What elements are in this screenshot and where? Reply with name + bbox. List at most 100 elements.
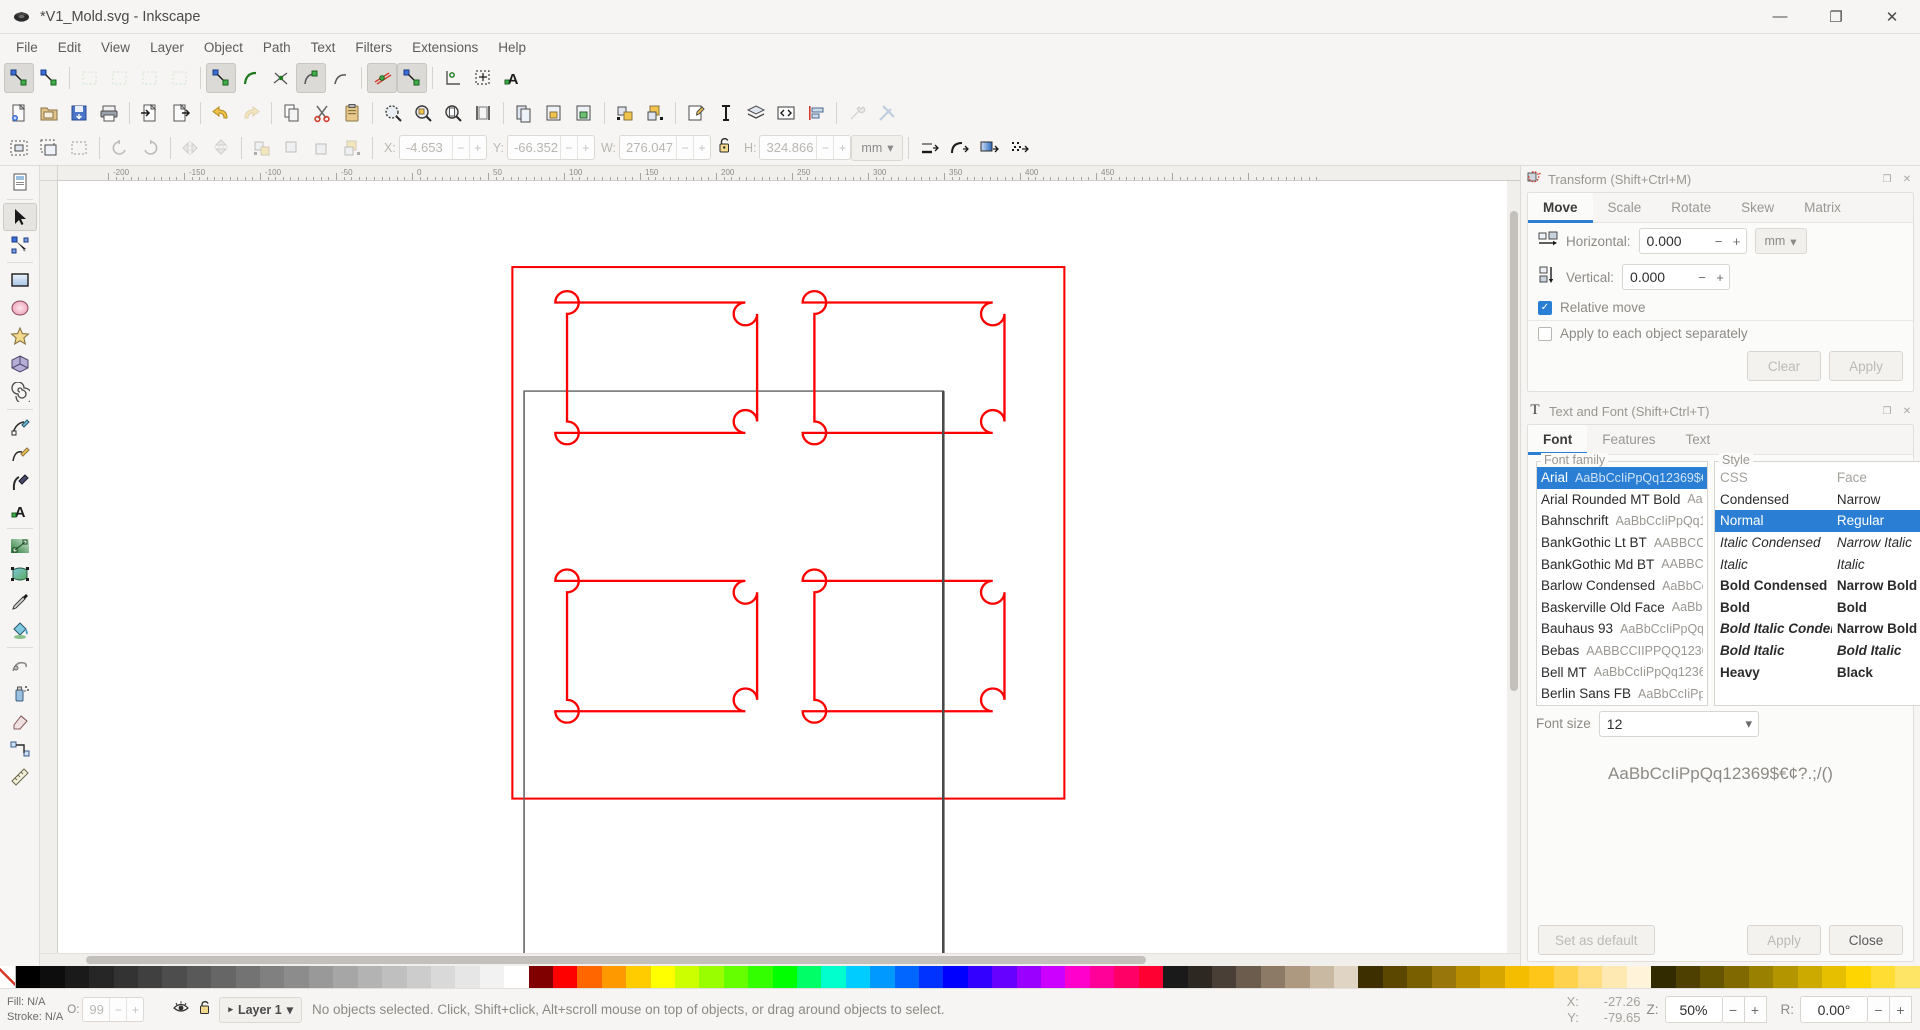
palette-swatch[interactable] — [1578, 966, 1602, 988]
rotate-cw-button[interactable] — [135, 133, 165, 163]
tool-measure[interactable] — [3, 763, 37, 791]
close-button[interactable]: ✕ — [1864, 0, 1920, 34]
style-row[interactable]: CondensedNarrow — [1715, 489, 1920, 511]
save-document-button[interactable] — [64, 98, 94, 128]
vertical-scroll-thumb[interactable] — [1510, 211, 1518, 691]
affect-rounded-corners-button[interactable] — [944, 133, 974, 163]
minimize-button[interactable]: — — [1752, 0, 1808, 34]
y-coordinate-field[interactable]: -66.352−+ — [507, 135, 595, 160]
horizontal-increment[interactable]: + — [1728, 229, 1746, 253]
flip-horizontal-button[interactable] — [176, 133, 206, 163]
text-and-font-button[interactable] — [711, 98, 741, 128]
font-family-row[interactable]: Berlin Sans FBAaBbCcIiPpQq — [1537, 683, 1707, 705]
palette-swatch[interactable] — [773, 966, 797, 988]
tool-dropper[interactable] — [3, 588, 37, 616]
font-family-row[interactable]: BahnschriftAaBbCcIiPpQq123 — [1537, 510, 1707, 532]
palette-swatch[interactable] — [333, 966, 357, 988]
text-font-tab-text[interactable]: Text — [1671, 425, 1726, 454]
transform-tab-rotate[interactable]: Rotate — [1656, 193, 1726, 222]
tool-gradient[interactable] — [3, 532, 37, 560]
ungroup-button[interactable] — [569, 98, 599, 128]
zoom-selection-button[interactable] — [378, 98, 408, 128]
affect-stroke-width-button[interactable] — [914, 133, 944, 163]
redo-button[interactable] — [236, 98, 266, 128]
tool-document-properties[interactable] — [3, 168, 37, 196]
zoom-input[interactable]: 50% — [1665, 996, 1723, 1023]
palette-swatch[interactable] — [870, 966, 894, 988]
horizontal-scroll-thumb[interactable] — [86, 956, 1146, 964]
text-font-float-button[interactable]: ❐ — [1880, 404, 1894, 418]
snap-midpoint-line[interactable] — [367, 63, 397, 93]
palette-swatch[interactable] — [211, 966, 235, 988]
palette-swatch[interactable] — [1090, 966, 1114, 988]
palette-swatch[interactable] — [1236, 966, 1260, 988]
snap-bbox-center[interactable] — [165, 63, 195, 93]
palette-swatch[interactable] — [1749, 966, 1773, 988]
xml-editor-button[interactable] — [681, 98, 711, 128]
palette-swatch[interactable] — [1163, 966, 1187, 988]
transform-apply-button[interactable]: Apply — [1829, 351, 1903, 381]
palette-swatch[interactable] — [626, 966, 650, 988]
transform-clear-button[interactable]: Clear — [1747, 351, 1821, 381]
palette-swatch[interactable] — [943, 966, 967, 988]
font-size-input[interactable]: 12 ▾ — [1599, 711, 1759, 737]
paste-button[interactable] — [337, 98, 367, 128]
transform-tab-scale[interactable]: Scale — [1593, 193, 1657, 222]
zoom-increment[interactable]: + — [1745, 996, 1767, 1023]
tool-selector-arrow[interactable] — [3, 203, 37, 231]
palette-swatch[interactable] — [65, 966, 89, 988]
xml-tree-button[interactable] — [771, 98, 801, 128]
flip-vertical-button[interactable] — [206, 133, 236, 163]
palette-swatch[interactable] — [382, 966, 406, 988]
menu-item-filters[interactable]: Filters — [345, 37, 402, 58]
style-row[interactable]: Bold CondensedNarrow Bold — [1715, 575, 1920, 597]
menu-item-object[interactable]: Object — [194, 37, 253, 58]
palette-swatch[interactable] — [1212, 966, 1236, 988]
new-document-button[interactable] — [4, 98, 34, 128]
palette-swatch[interactable] — [1383, 966, 1407, 988]
vertical-input[interactable]: 0.000 −+ — [1622, 264, 1730, 290]
palette-swatch[interactable] — [821, 966, 845, 988]
lower-button[interactable] — [307, 133, 337, 163]
horizontal-scrollbar[interactable] — [40, 953, 1520, 966]
palette-swatch[interactable] — [919, 966, 943, 988]
palette-swatch[interactable] — [1554, 966, 1578, 988]
palette-swatch[interactable] — [553, 966, 577, 988]
import-button[interactable] — [135, 98, 165, 128]
palette-swatch[interactable] — [1871, 966, 1895, 988]
tool-star[interactable] — [3, 322, 37, 350]
font-family-row[interactable]: BankGothic Lt BTAABBCCIIP — [1537, 532, 1707, 554]
palette-swatch[interactable] — [699, 966, 723, 988]
palette-swatch[interactable] — [89, 966, 113, 988]
palette-swatch[interactable] — [724, 966, 748, 988]
tool-ellipse[interactable] — [3, 294, 37, 322]
tool-mesh-gradient[interactable] — [3, 560, 37, 588]
transform-close-button[interactable]: ✕ — [1900, 172, 1914, 186]
palette-swatch[interactable] — [40, 966, 64, 988]
layers-button[interactable] — [741, 98, 771, 128]
tool-bezier-pen[interactable] — [3, 469, 37, 497]
style-list[interactable]: CSSFaceCondensedNarrowNormalRegularItali… — [1715, 467, 1920, 683]
tool-paint-bucket[interactable] — [3, 616, 37, 644]
transform-unit-select[interactable]: mm ▾ — [1755, 228, 1807, 254]
fill-stroke-indicator[interactable]: Fill: N/A Stroke: N/A — [0, 995, 63, 1025]
palette-swatch[interactable] — [968, 966, 992, 988]
tool-spray[interactable] — [3, 679, 37, 707]
text-font-close-button[interactable]: ✕ — [1900, 404, 1914, 418]
font-family-row[interactable]: ArialAaBbCcIiPpQq12369$€ — [1537, 467, 1707, 489]
palette-swatch[interactable] — [1285, 966, 1309, 988]
palette-swatch[interactable] — [846, 966, 870, 988]
palette-swatch[interactable] — [748, 966, 772, 988]
style-row[interactable]: Bold Italic CondensedNarrow Bold Ita — [1715, 618, 1920, 640]
palette-swatch[interactable] — [309, 966, 333, 988]
snap-enable-global[interactable] — [4, 63, 34, 93]
drawing-canvas[interactable] — [58, 181, 1507, 953]
raise-to-top-button[interactable] — [247, 133, 277, 163]
tool-connector[interactable] — [3, 735, 37, 763]
palette-swatch[interactable] — [1822, 966, 1846, 988]
color-palette[interactable] — [0, 966, 1920, 988]
font-family-row[interactable]: Bauhaus 93AaBbCcIiPpQq1 — [1537, 618, 1707, 640]
vertical-scrollbar[interactable] — [1507, 181, 1520, 953]
tool-calligraphy[interactable] — [3, 441, 37, 469]
zoom-drawing-button[interactable] — [408, 98, 438, 128]
